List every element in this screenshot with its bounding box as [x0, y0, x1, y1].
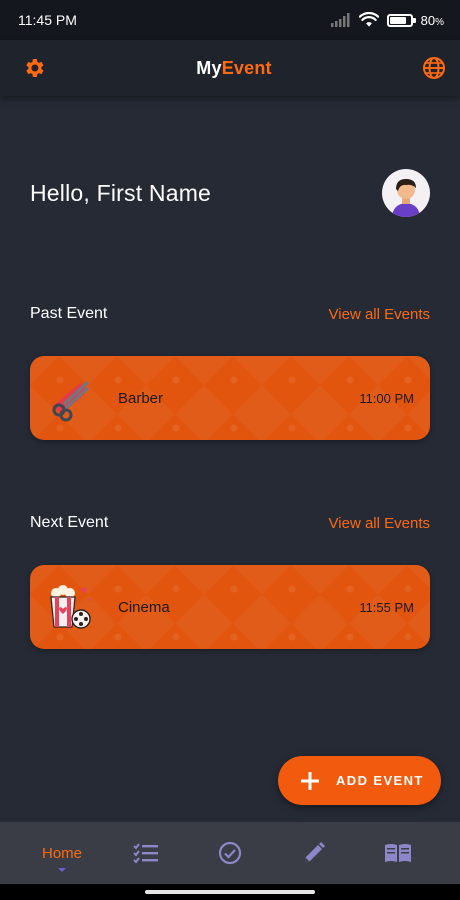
bottom-nav: Home	[0, 822, 460, 884]
next-event-title: Next Event	[30, 514, 109, 531]
percent-sign: %	[435, 16, 444, 28]
past-event-title: Past Event	[30, 305, 108, 322]
next-event-header: Next Event View all Events	[30, 511, 430, 535]
app-title-event: Event	[221, 57, 272, 78]
nav-home[interactable]: Home	[32, 828, 92, 878]
past-event-time: 11:00 PM	[359, 390, 414, 406]
past-view-all-link[interactable]: View all Events	[329, 306, 430, 323]
popcorn-film-icon	[50, 585, 92, 629]
scissors-comb-icon	[52, 380, 90, 422]
past-event-name: Barber	[118, 389, 164, 407]
past-event-card[interactable]: Barber 11:00 PM	[30, 356, 430, 440]
pencil-icon	[305, 842, 325, 862]
avatar[interactable]	[382, 169, 430, 217]
next-event-name: Cinema	[118, 598, 170, 616]
settings-button[interactable]	[20, 54, 48, 82]
gesture-area	[0, 884, 460, 900]
battery-percent: 80	[420, 12, 436, 28]
nav-edit[interactable]	[284, 828, 344, 878]
add-event-label: ADD EVENT	[336, 773, 424, 788]
greeting-text: Hello, First Name	[30, 179, 212, 206]
nav-tasks[interactable]	[116, 828, 176, 878]
avatar-icon	[392, 179, 420, 217]
status-time: 11:45 PM	[18, 12, 77, 28]
next-event-card[interactable]: Cinema 11:55 PM	[30, 565, 430, 649]
wifi-icon	[358, 12, 379, 27]
add-event-button[interactable]: ADD EVENT	[278, 756, 441, 805]
battery-icon	[386, 13, 416, 27]
checklist-icon	[133, 843, 158, 864]
app-title-my: My	[196, 57, 222, 78]
book-icon	[385, 844, 411, 862]
app-bar: MyEvent	[0, 40, 460, 96]
battery-fill	[389, 16, 406, 24]
home-gesture-bar[interactable]	[145, 890, 315, 894]
signal-icon	[330, 13, 350, 27]
greeting-row: Hello, First Name	[30, 168, 430, 218]
nav-book[interactable]	[368, 828, 428, 878]
globe-icon	[423, 57, 445, 79]
check-circle-icon	[218, 841, 242, 865]
status-icons: 80%	[330, 12, 444, 28]
past-event-header: Past Event View all Events	[30, 302, 430, 326]
plus-icon	[301, 771, 319, 790]
nav-active-indicator	[58, 868, 66, 872]
nav-home-label: Home	[41, 844, 82, 862]
next-view-all-link[interactable]: View all Events	[329, 515, 430, 532]
status-bar: 11:45 PM 80%	[0, 0, 460, 40]
nav-completed[interactable]	[200, 828, 260, 878]
app-title: MyEvent	[196, 58, 271, 79]
language-button[interactable]	[420, 54, 448, 82]
gear-icon	[26, 59, 44, 77]
next-event-time: 11:55 PM	[359, 599, 414, 615]
